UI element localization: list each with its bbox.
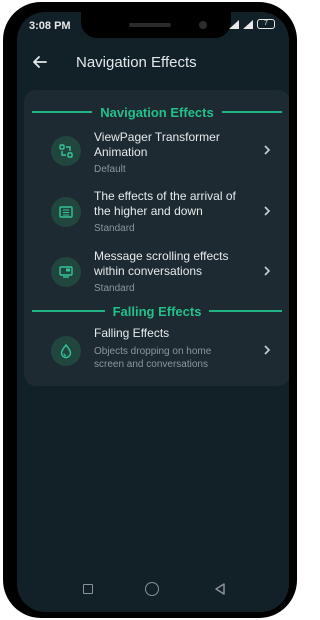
list-item-arrival-effects[interactable]: The effects of the arrival of the higher …: [24, 189, 289, 239]
divider: [209, 310, 283, 312]
chevron-right-icon: [264, 266, 271, 276]
settings-card: Navigation Effects ViewPager Transformer…: [24, 90, 289, 386]
chevron-right-icon: [264, 145, 271, 155]
signal-icon: [243, 19, 253, 29]
status-time: 3:08 PM: [29, 20, 71, 32]
section-header-navigation: Navigation Effects: [24, 102, 289, 122]
phone-frame: 3:08 PM 7 Navigation Effects Navigation …: [3, 2, 297, 618]
divider: [221, 111, 283, 113]
back-triangle-icon[interactable]: [213, 582, 227, 596]
divider: [32, 310, 105, 312]
transform-icon: [51, 136, 81, 166]
chevron-right-icon: [264, 345, 271, 355]
divider: [32, 111, 93, 113]
list-item-message-scrolling[interactable]: Message scrolling effects within conversa…: [24, 249, 289, 299]
home-button[interactable]: [145, 582, 159, 596]
app-bar: Navigation Effects: [17, 46, 289, 78]
item-subtitle: Standard: [94, 283, 135, 294]
list-item-viewpager-transformer[interactable]: ViewPager Transformer Animation Default: [24, 130, 289, 180]
item-subtitle: Objects dropping on home screen and conve…: [94, 346, 212, 370]
section-title: Falling Effects: [112, 303, 202, 319]
camera-notch: [81, 12, 231, 38]
section-title: Navigation Effects: [100, 104, 214, 120]
page-title: Navigation Effects: [76, 54, 197, 71]
item-subtitle: Standard: [94, 223, 135, 234]
speaker-grille: [129, 23, 171, 27]
chevron-right-icon: [264, 206, 271, 216]
item-title: ViewPager Transformer Animation: [94, 130, 220, 159]
recents-button[interactable]: [83, 584, 93, 594]
item-title: The effects of the arrival of the higher …: [94, 189, 236, 218]
drop-icon: [51, 336, 81, 366]
item-subtitle: Default: [94, 164, 126, 175]
window-icon: [51, 197, 81, 227]
battery-icon: 7: [257, 19, 275, 29]
item-title: Falling Effects: [94, 326, 170, 340]
arrow-left-icon[interactable]: [31, 53, 49, 71]
section-header-falling: Falling Effects: [24, 301, 289, 321]
message-screen-icon: [51, 257, 81, 287]
list-item-falling-effects[interactable]: Falling Effects Objects dropping on home…: [24, 326, 289, 376]
status-icons: 7: [229, 19, 275, 29]
system-nav-bar: [17, 568, 289, 612]
screen: 3:08 PM 7 Navigation Effects Navigation …: [17, 12, 289, 612]
item-title: Message scrolling effects within conversa…: [94, 249, 229, 278]
front-camera: [199, 21, 207, 29]
